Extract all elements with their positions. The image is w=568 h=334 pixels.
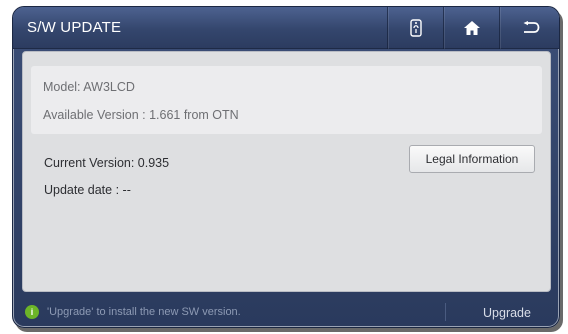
- model-label: Model: AW3LCD: [43, 80, 135, 94]
- remote-button[interactable]: [387, 7, 443, 49]
- screen-frame: S/W UPDATE Model: AW3LCD Available Versi…: [12, 6, 560, 328]
- current-version-label: Current Version: 0.935: [44, 156, 170, 170]
- status-bar: i 'Upgrade' to install the new SW versio…: [13, 296, 559, 327]
- update-date-label: Update date : --: [44, 183, 131, 197]
- legal-information-button[interactable]: Legal Information: [409, 145, 535, 173]
- version-info-box: Model: AW3LCD Available Version : 1.661 …: [31, 66, 542, 134]
- home-button[interactable]: [443, 7, 499, 49]
- content-panel: Model: AW3LCD Available Version : 1.661 …: [22, 51, 551, 292]
- page-title: S/W UPDATE: [27, 19, 122, 36]
- return-arrow-icon: [523, 21, 539, 33]
- back-button[interactable]: [499, 7, 559, 49]
- remote-control-icon: [409, 19, 422, 37]
- info-icon: i: [25, 305, 39, 319]
- upgrade-button[interactable]: Upgrade: [453, 296, 559, 327]
- available-version-label: Available Version : 1.661 from OTN: [43, 108, 239, 122]
- status-message: 'Upgrade' to install the new SW version.: [47, 306, 241, 318]
- title-bar: S/W UPDATE: [13, 7, 559, 49]
- home-icon: [463, 21, 480, 35]
- status-divider: [445, 303, 446, 321]
